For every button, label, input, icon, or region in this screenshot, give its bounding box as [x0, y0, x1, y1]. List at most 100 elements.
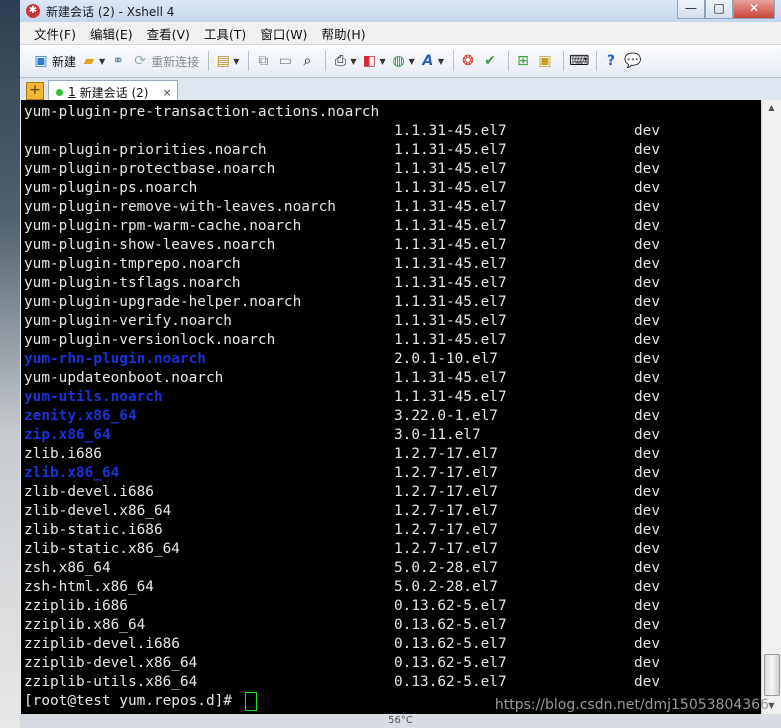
title-bar[interactable]: ✱ 新建会话 (2) - Xshell 4 — □ ✕ — [20, 0, 781, 22]
chat-button[interactable]: 💬 — [624, 49, 642, 73]
terminal-line: zlib-static.x86_64 1.2.7-17.el7 dev — [24, 540, 754, 559]
terminal-line: yum-plugin-rpm-warm-cache.noarch 1.1.31-4… — [24, 217, 754, 236]
copy-button[interactable]: ⧉ — [254, 49, 272, 73]
package-version: 0.13.62-5.el7 — [394, 617, 507, 633]
repo-name: dev — [634, 636, 660, 652]
find-button[interactable]: ⌕ — [298, 49, 316, 73]
menu-tools[interactable]: 工具(T) — [204, 24, 246, 43]
terminal-output[interactable]: yum-plugin-pre-transaction-actions.noarc… — [21, 100, 761, 714]
repo-name: dev — [634, 541, 660, 557]
paste-icon: ▭ — [278, 53, 292, 69]
package-version: 1.1.31-45.el7 — [394, 389, 507, 405]
xftp-button[interactable]: ❂ — [459, 49, 477, 73]
repo-name: dev — [634, 617, 660, 633]
terminal-line: zlib-static.i686 1.2.7-17.el7 dev — [24, 521, 754, 540]
scroll-thumb[interactable] — [764, 654, 780, 696]
terminal-line: yum-updateonboot.noarch 1.1.31-45.el7 dev — [24, 369, 754, 388]
package-version: 1.1.31-45.el7 — [394, 218, 507, 234]
terminal-line: zziplib-devel.i686 0.13.62-5.el7 dev — [24, 635, 754, 654]
add-tab-icon[interactable]: + — [26, 82, 44, 100]
package-version: 0.13.62-5.el7 — [394, 636, 507, 652]
keyboard-button[interactable]: ⌨ — [569, 49, 589, 73]
repo-name: dev — [634, 351, 660, 367]
menu-window[interactable]: 窗口(W) — [260, 24, 307, 43]
repo-name: dev — [634, 180, 660, 196]
terminal-line: yum-plugin-show-leaves.noarch 1.1.31-45.e… — [24, 236, 754, 255]
repo-name: dev — [634, 598, 660, 614]
package-version: 1.1.31-45.el7 — [394, 123, 507, 139]
terminal-line: yum-plugin-pre-transaction-actions.noarc… — [24, 103, 754, 122]
minimize-button[interactable]: — — [677, 0, 705, 19]
vertical-scrollbar[interactable]: ▲ ▼ — [761, 100, 781, 714]
chevron-down-icon: ▼ — [437, 56, 444, 66]
connected-status-icon — [56, 88, 63, 96]
repo-name: dev — [634, 161, 660, 177]
menu-view[interactable]: 查看(V) — [147, 24, 190, 43]
reconnect-icon: ⟳ — [134, 53, 147, 69]
paste-button[interactable]: ▭ — [276, 49, 294, 73]
close-button[interactable]: ✕ — [733, 0, 775, 19]
text-cursor — [244, 692, 257, 711]
prompt-text: [root@test yum.repos.d]# — [24, 693, 241, 709]
temperature-readout: 56°C — [388, 715, 413, 726]
package-name: yum-plugin-pre-transaction-actions.noarc… — [24, 104, 380, 120]
repo-name: dev — [634, 332, 660, 348]
repo-name: dev — [634, 522, 660, 538]
terminal-line: yum-plugin-versionlock.noarch 1.1.31-45.e… — [24, 331, 754, 350]
package-version: 1.1.31-45.el7 — [394, 313, 507, 329]
package-name: zlib-static.x86_64 — [24, 541, 180, 557]
package-name: yum-plugin-verify.noarch — [24, 313, 232, 329]
package-name: yum-utils.noarch — [24, 389, 163, 405]
package-version: 1.1.31-45.el7 — [394, 294, 507, 310]
terminal-line: zlib.i686 1.2.7-17.el7 dev — [24, 445, 754, 464]
chevron-down-icon: ▼ — [408, 56, 415, 66]
toolbar-separator — [208, 51, 210, 71]
package-name: yum-rhn-plugin.noarch — [24, 351, 206, 367]
menu-help[interactable]: 帮助(H) — [321, 24, 365, 43]
open-button[interactable]: ▰ ▼ — [80, 49, 106, 73]
repo-name: dev — [634, 294, 660, 310]
encoding-button[interactable]: ◍ ▼ — [390, 49, 415, 73]
tab-number: 1 — [68, 85, 76, 99]
layout-button[interactable]: ⊞ — [514, 49, 532, 73]
color-scheme-button[interactable]: ◧ ▼ — [361, 49, 386, 73]
terminal-line: zip.x86_64 3.0-11.el7 dev — [24, 426, 754, 445]
lock-button[interactable]: ▣ — [536, 49, 554, 73]
scroll-up-icon[interactable]: ▲ — [762, 100, 781, 116]
package-name: yum-plugin-tmprepo.noarch — [24, 256, 241, 272]
chat-icon: 💬 — [624, 53, 642, 69]
chevron-down-icon: ▼ — [233, 56, 240, 66]
print-button[interactable]: ⎙ ▼ — [331, 49, 357, 73]
transfer-button[interactable]: ✔ — [481, 49, 499, 73]
printer-icon: ⎙ — [334, 53, 346, 69]
repo-name: dev — [634, 560, 660, 576]
package-name: yum-plugin-rpm-warm-cache.noarch — [24, 218, 302, 234]
terminal-line: yum-plugin-priorities.noarch 1.1.31-45.el… — [24, 141, 754, 160]
repo-name: dev — [634, 465, 660, 481]
toolbar-separator — [248, 51, 250, 71]
package-version: 1.1.31-45.el7 — [394, 256, 507, 272]
toolbar-separator — [452, 51, 454, 71]
tab-close-icon[interactable]: × — [162, 86, 171, 99]
new-session-button[interactable]: ▣ 新建 — [32, 49, 76, 73]
globe-icon: ◍ — [392, 53, 405, 69]
reconnect-button[interactable]: ⟳ 重新连接 — [131, 49, 199, 73]
font-button[interactable]: A ▼ — [419, 49, 444, 73]
maximize-button[interactable]: □ — [705, 0, 733, 19]
terminal-line: zlib.x86_64 1.2.7-17.el7 dev — [24, 464, 754, 483]
package-name: zlib-static.i686 — [24, 522, 163, 538]
help-button[interactable]: ? — [602, 49, 620, 73]
reconnect-label: 重新连接 — [151, 54, 200, 69]
repo-name: dev — [634, 579, 660, 595]
terminal-line: zziplib-utils.x86_64 0.13.62-5.el7 dev — [24, 673, 754, 692]
repo-name: dev — [634, 446, 660, 462]
properties-button[interactable]: ▤ ▼ — [214, 49, 240, 73]
menu-edit[interactable]: 编辑(E) — [90, 24, 133, 43]
package-name: zziplib-devel.i686 — [24, 636, 180, 652]
grid-icon: ⊞ — [517, 53, 529, 69]
package-version: 1.2.7-17.el7 — [394, 465, 498, 481]
xftp-icon: ❂ — [462, 53, 474, 69]
link-button[interactable]: ⚭ — [109, 49, 127, 73]
menu-file[interactable]: 文件(F) — [34, 24, 76, 43]
package-name: yum-plugin-show-leaves.noarch — [24, 237, 276, 253]
